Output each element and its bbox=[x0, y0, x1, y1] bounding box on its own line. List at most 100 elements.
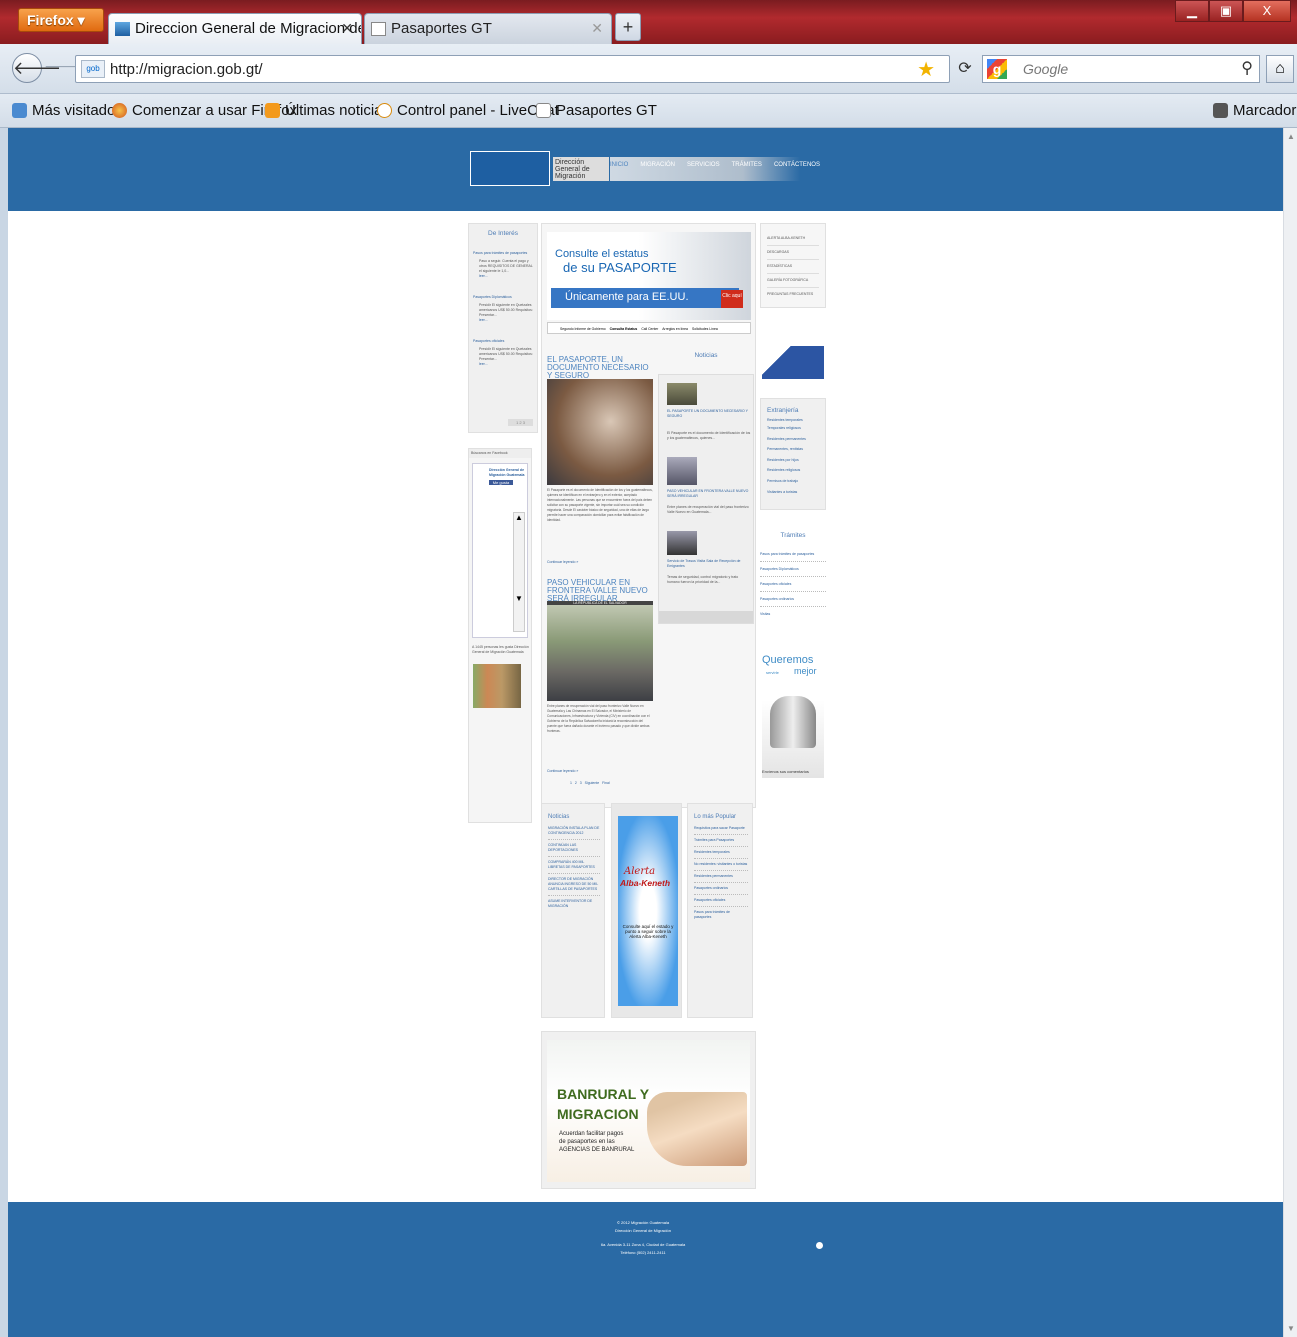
right-menu-item[interactable]: ALERTA ALBA-KENETH bbox=[767, 232, 819, 246]
tramites-link[interactable]: Pasaportes Diplomáticos bbox=[760, 562, 826, 577]
minimize-button[interactable]: ▁ bbox=[1175, 0, 1209, 22]
alerta-line1: Alerta bbox=[624, 866, 656, 877]
extranjeria-link[interactable]: Temporales religiosos bbox=[767, 423, 825, 434]
facebook-fans-grid[interactable] bbox=[473, 664, 521, 708]
popular-link[interactable]: Trámites para Pasaportes bbox=[694, 838, 748, 847]
extranjeria-link[interactable]: Permisos de trabajo bbox=[767, 476, 825, 487]
interes-more[interactable]: leer... bbox=[473, 362, 533, 367]
bookmark-star-icon[interactable]: ★ bbox=[917, 57, 935, 82]
article-pager[interactable]: 1 2 3 Siguiente Final bbox=[570, 781, 610, 786]
right-menu-item[interactable]: GALERÍA FOTOGRÁFICA bbox=[767, 274, 819, 288]
tab-migracion[interactable]: Direccion General de Migracion de G... ✕ bbox=[108, 13, 362, 44]
popular-link[interactable]: Requisitos para sacar Pasaporte bbox=[694, 826, 748, 835]
right-menu-item[interactable]: PREGUNTAS FRECUENTES bbox=[767, 288, 819, 301]
banner-tab[interactable]: Call Center bbox=[641, 327, 658, 333]
tramites-link[interactable]: Pasaportes oficiales bbox=[760, 577, 826, 592]
bottom-noticias: Noticias MIGRACIÓN INSTALA PLAN DE CONTI… bbox=[541, 803, 605, 1018]
article2-more[interactable]: Continuar leyendo » bbox=[547, 769, 578, 774]
gobierno-logo[interactable] bbox=[470, 151, 550, 186]
article2-photo[interactable]: LA REPÚBLICA DE EL SALVADOR bbox=[547, 601, 653, 701]
interes-link[interactable]: Pasos para trámites de pasaportes bbox=[473, 251, 533, 256]
url-bar[interactable]: gob http://migracion.gob.gt/ ★ bbox=[75, 55, 950, 83]
article1-more[interactable]: Continuar leyendo » bbox=[547, 560, 578, 565]
pasaporte-banner[interactable]: Consulte el estatus de su PASAPORTE Únic… bbox=[547, 232, 751, 320]
nav-inicio[interactable]: INICIO bbox=[610, 162, 628, 181]
noticia-thumb[interactable] bbox=[667, 457, 697, 485]
popular-link[interactable]: No residentes: visitantes o turistas bbox=[694, 862, 748, 871]
banner-cta[interactable]: Clic aquí bbox=[721, 290, 743, 308]
home-button[interactable]: ⌂ bbox=[1266, 55, 1294, 83]
nav-servicios[interactable]: SERVICIOS bbox=[687, 162, 720, 181]
queremos-banner[interactable]: Queremos servirle mejor Envíenos sus com… bbox=[762, 648, 824, 778]
popular-link[interactable]: Residentes temporales bbox=[694, 850, 748, 859]
article1-photo[interactable] bbox=[547, 379, 653, 485]
facebook-scrollbar[interactable]: ▲ ▼ bbox=[513, 512, 525, 632]
tramites-link[interactable]: Pasos para trámites de pasaportes bbox=[760, 547, 826, 562]
site-header: Dirección General de Migración INICIO MI… bbox=[8, 128, 1283, 211]
nav-tramites[interactable]: TRÁMITES bbox=[732, 162, 762, 181]
bookmark-pasaportes-gt[interactable]: Pasaportes GT bbox=[536, 102, 657, 119]
extranjeria-link[interactable]: Visitantes a turistas bbox=[767, 487, 825, 498]
bottom-noticia-link[interactable]: ASUME INTERVENTOR DE MIGRACIÓN bbox=[548, 899, 600, 909]
bottom-noticia-link[interactable]: COMPRARÁN 400 MIL LIBRETAS DE PASAPORTES bbox=[548, 860, 600, 874]
close-tab-icon[interactable]: ✕ bbox=[591, 20, 603, 37]
facebook-like-button[interactable]: Me gusta bbox=[489, 480, 513, 485]
interes-more[interactable]: leer... bbox=[473, 318, 533, 323]
banner-tab[interactable]: Segundo Informe de Gobierno bbox=[560, 327, 606, 333]
google-icon[interactable]: g bbox=[987, 59, 1007, 79]
alerta-banner[interactable]: Alerta Alba-Keneth Consulte aquí el esta… bbox=[618, 816, 678, 1006]
close-window-button[interactable]: X bbox=[1243, 0, 1291, 22]
close-tab-icon[interactable]: ✕ bbox=[341, 20, 353, 37]
extranjeria-link[interactable]: Residentes permanentes bbox=[767, 434, 825, 445]
tab-pasaportes[interactable]: Pasaportes GT ✕ bbox=[364, 13, 612, 44]
banner-tab[interactable]: Consulta Estatus bbox=[610, 327, 638, 333]
noticia-title[interactable]: PASO VEHICULAR EN FRONTERA VALLE NUEVO S… bbox=[667, 489, 751, 499]
new-tab-button[interactable]: + bbox=[615, 13, 641, 41]
noticia-title[interactable]: Servicio de Trasus Visita Sala de Recepc… bbox=[667, 559, 751, 569]
bottom-noticia-link[interactable]: DIRECTOR DE MIGRACIÓN ANUNCIA INGRESO DE… bbox=[548, 877, 600, 896]
popular-link[interactable]: Residentes permanentes bbox=[694, 874, 748, 883]
article2-title[interactable]: PASO VEHICULAR EN FRONTERA VALLE NUEVO S… bbox=[547, 579, 653, 603]
maximize-button[interactable]: ▣ bbox=[1209, 0, 1243, 22]
bookmarks-menu-button[interactable]: Marcadores bbox=[1213, 102, 1297, 119]
institucion-banner[interactable] bbox=[762, 346, 824, 379]
noticia-thumb[interactable] bbox=[667, 383, 697, 405]
popular-link[interactable]: Pasaportes ordinarios bbox=[694, 886, 748, 895]
extranjeria-link[interactable]: Permanentes, rentistas bbox=[767, 444, 825, 455]
bookmark-ultimas-noticias[interactable]: Últimas noticias bbox=[265, 102, 390, 119]
tramites-link[interactable]: Pasaportes ordinarios bbox=[760, 592, 826, 607]
reload-button[interactable]: ⟳ bbox=[953, 55, 977, 83]
noticia-thumb[interactable] bbox=[667, 531, 697, 555]
bottom-noticia-link[interactable]: CONTINÚAN LAS DEPORTACIONES bbox=[548, 843, 600, 857]
bottom-noticia-link[interactable]: MIGRACIÓN INSTALA PLAN DE CONTINGENCIA 2… bbox=[548, 826, 600, 840]
popular-link[interactable]: Pasaportes oficiales bbox=[694, 898, 748, 907]
bookmark-livechat[interactable]: Control panel - LiveChat bbox=[377, 102, 559, 119]
firefox-menu-button[interactable]: Firefox ▾ bbox=[18, 8, 104, 32]
nav-contactenos[interactable]: CONTÁCTENOS bbox=[774, 162, 820, 181]
article1-title[interactable]: EL PASAPORTE, UN DOCUMENTO NECESARIO Y S… bbox=[547, 356, 653, 380]
interes-more[interactable]: leer... bbox=[473, 274, 533, 279]
facebook-page-name[interactable]: Dirección General de Migración Guatemala bbox=[473, 464, 527, 478]
scroll-down-icon[interactable]: ▼ bbox=[1287, 1324, 1295, 1333]
facebook-people-text: A 1445 personas les gusta Dirección Gene… bbox=[472, 645, 529, 654]
right-menu-item[interactable]: ESTADÍSTICAS bbox=[767, 260, 819, 274]
popular-link[interactable]: Pasos para trámites de pasaportes bbox=[694, 910, 748, 920]
extranjeria-link[interactable]: Residentes religiosos bbox=[767, 465, 825, 476]
page-scrollbar[interactable]: ▲ ▼ bbox=[1283, 128, 1297, 1337]
tramites-link[interactable]: Visitas bbox=[760, 607, 826, 621]
nav-migracion[interactable]: MIGRACIÓN bbox=[640, 162, 675, 181]
bookmark-mas-visitados[interactable]: Más visitados bbox=[12, 102, 123, 119]
search-box[interactable]: g Google ⚲ bbox=[982, 55, 1260, 83]
extranjeria-link[interactable]: Residentes por hijos bbox=[767, 455, 825, 466]
scroll-up-icon[interactable]: ▲ bbox=[1287, 132, 1295, 141]
search-icon[interactable]: ⚲ bbox=[1241, 58, 1253, 78]
back-button[interactable]: 🡐 bbox=[12, 53, 61, 83]
right-menu-item[interactable]: DESCARGAS bbox=[767, 246, 819, 260]
banner-tab[interactable]: Solicitudes Línea bbox=[692, 327, 718, 333]
footer-dot-icon bbox=[816, 1242, 823, 1249]
site-identity-icon[interactable]: gob bbox=[81, 60, 105, 78]
interes-pager[interactable]: 1 2 3 bbox=[508, 419, 533, 426]
banner-tab[interactable]: Arreglos en línea bbox=[662, 327, 688, 333]
banrural-banner[interactable]: BANRURAL Y MIGRACION Acuerdan facilitar … bbox=[547, 1040, 750, 1182]
noticia-title[interactable]: EL PASAPORTE UN DOCUMENTO NECESARIO Y SE… bbox=[667, 409, 751, 419]
